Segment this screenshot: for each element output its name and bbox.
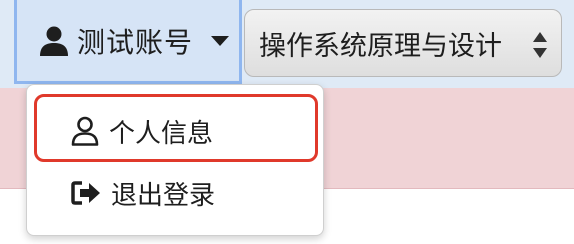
- menu-item-logout[interactable]: 退出登录: [27, 163, 323, 223]
- sign-out-icon: [71, 181, 100, 205]
- menu-item-profile[interactable]: 个人信息: [27, 101, 323, 161]
- course-select-value: 操作系统原理与设计: [259, 30, 502, 62]
- select-arrows-icon: [533, 32, 547, 58]
- account-dropdown-menu: 个人信息 退出登录: [26, 84, 324, 236]
- menu-item-label: 个人信息: [109, 118, 214, 149]
- menu-item-label: 退出登录: [111, 180, 216, 211]
- account-dropdown-button[interactable]: 测试账号: [14, 0, 242, 84]
- caret-down-icon: [211, 35, 230, 46]
- user-outline-icon: [71, 116, 99, 146]
- user-icon: [40, 26, 68, 56]
- course-select[interactable]: 操作系统原理与设计: [244, 9, 562, 77]
- account-name: 测试账号: [77, 25, 194, 59]
